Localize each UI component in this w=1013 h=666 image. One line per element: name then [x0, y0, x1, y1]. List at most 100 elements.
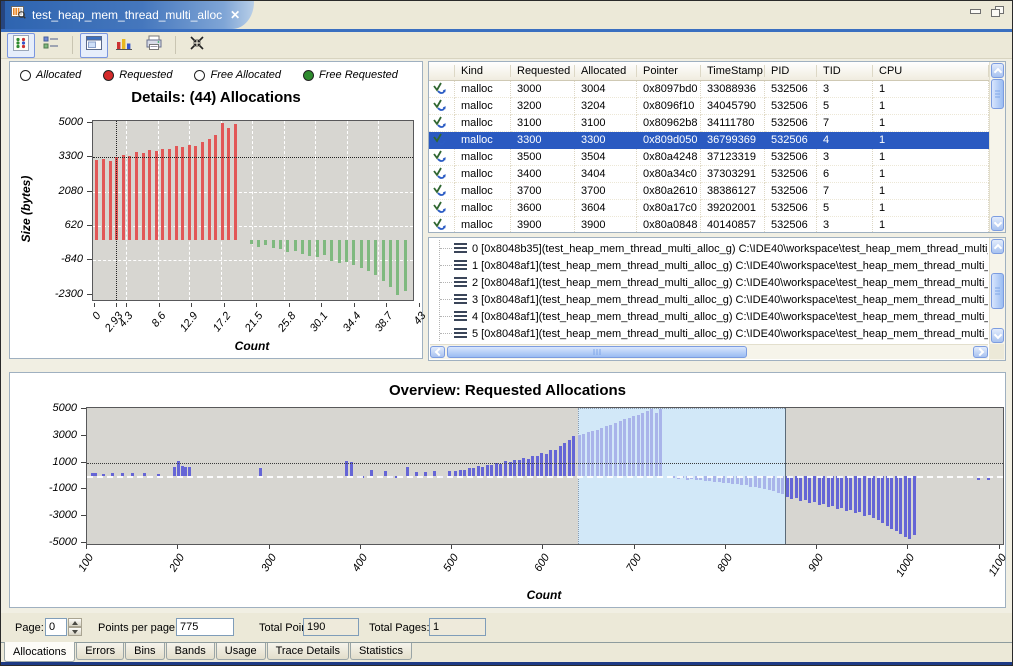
table-row[interactable]: malloc320032040x8096f103404579053250651 — [429, 98, 989, 115]
scroll-right-icon[interactable] — [973, 346, 988, 358]
cell-pid: 532506 — [765, 166, 817, 183]
cell-pid: 532506 — [765, 200, 817, 217]
stack-trace-item[interactable]: 3 [0x8048af1](test_heap_mem_thread_multi… — [430, 291, 988, 308]
column-header-tid[interactable]: TID — [817, 62, 873, 80]
legend-item-allocated[interactable]: Allocated — [20, 69, 81, 81]
scroll-left-icon[interactable] — [430, 346, 445, 358]
allocation-list-button[interactable] — [37, 33, 65, 58]
data-bar — [545, 454, 548, 476]
cell-requested: 3200 — [511, 98, 575, 115]
stack-trace-item[interactable]: 4 [0x8048af1](test_heap_mem_thread_multi… — [430, 308, 988, 325]
trace-vertical-scrollbar[interactable] — [989, 238, 1005, 360]
details-plot-area[interactable] — [92, 120, 414, 301]
print-button[interactable] — [140, 33, 168, 58]
table-vertical-scrollbar[interactable] — [989, 62, 1005, 232]
close-icon[interactable]: ✕ — [230, 9, 240, 21]
tab-allocations[interactable]: Allocations — [4, 642, 75, 662]
legend-item-free-requested[interactable]: Free Requested — [303, 69, 398, 81]
y-tick-label: -5000 — [49, 536, 77, 548]
scrollbar-thumb[interactable] — [447, 346, 747, 358]
tab-title: test_heap_mem_thread_multi_alloc — [32, 8, 222, 22]
total-points-value — [303, 618, 359, 636]
overview-y-axis: 500030001000-1000-3000-5000 — [28, 407, 86, 543]
spinner-down-icon[interactable] — [68, 627, 82, 636]
overview-chart-panel: Overview: Requested Allocations 50003000… — [9, 372, 1006, 608]
scroll-up-icon[interactable] — [991, 63, 1004, 78]
data-bar — [881, 476, 884, 523]
data-bar — [650, 409, 653, 476]
data-bar — [95, 160, 98, 241]
tab-errors[interactable]: Errors — [76, 643, 124, 660]
column-header-allocated[interactable]: Allocated — [575, 62, 637, 80]
stack-trace-item[interactable]: 1 [0x8048af1](test_heap_mem_thread_multi… — [430, 257, 988, 274]
tab-statistics[interactable]: Statistics — [350, 643, 412, 660]
table-row[interactable]: malloc390039000x80a08484014085753250631 — [429, 217, 989, 232]
chart-bars-button[interactable] — [110, 33, 138, 58]
legend-item-free-allocated[interactable]: Free Allocated — [194, 69, 281, 81]
window-layout-button[interactable] — [80, 33, 108, 58]
data-bar — [345, 240, 348, 261]
tab-usage[interactable]: Usage — [216, 643, 266, 660]
editor-tab[interactable]: test_heap_mem_thread_multi_alloc ✕ — [5, 1, 254, 29]
trace-horizontal-scrollbar[interactable] — [430, 344, 988, 359]
table-row[interactable]: malloc330033000x809d0503679936953250641 — [429, 132, 989, 149]
points-per-page-input[interactable] — [176, 618, 234, 636]
data-bar — [854, 476, 857, 513]
column-header-kind[interactable]: Kind — [455, 62, 511, 80]
column-header-cpu[interactable]: CPU — [873, 62, 989, 80]
y-tick-label: 620 — [65, 219, 83, 231]
data-bar — [777, 476, 780, 493]
data-bar — [899, 476, 902, 534]
column-header-icon[interactable] — [429, 62, 455, 80]
table-row[interactable]: malloc300030040x8097bd03308893653250631 — [429, 81, 989, 98]
cell-pointer: 0x8096f10 — [637, 98, 701, 115]
table-row[interactable]: malloc370037000x80a26103838612753250671 — [429, 183, 989, 200]
data-bar — [913, 476, 916, 535]
cell-timestamp: 36799369 — [701, 132, 765, 149]
data-bar — [504, 461, 507, 476]
column-header-requested[interactable]: Requested — [511, 62, 575, 80]
stack-trace-item[interactable]: 5 [0x8048af1](test_heap_mem_thread_multi… — [430, 325, 988, 341]
scroll-up-icon[interactable] — [991, 239, 1004, 254]
table-row[interactable]: malloc310031000x80962b83411178053250671 — [429, 115, 989, 132]
overview-plot-area[interactable] — [86, 407, 1004, 545]
allocation-grid-button[interactable] — [7, 33, 35, 58]
x-tick-label: 25.8 — [275, 310, 298, 334]
tab-bins[interactable]: Bins — [125, 643, 164, 660]
y-tick-label: 3300 — [59, 150, 83, 162]
table-row[interactable]: malloc360036040x80a17c03920200153250651 — [429, 200, 989, 217]
page-input[interactable] — [45, 618, 67, 636]
data-bar — [345, 461, 348, 476]
table-row[interactable]: malloc340034040x80a34c03730329153250661 — [429, 166, 989, 183]
tab-bands[interactable]: Bands — [166, 643, 215, 660]
column-header-timestamp[interactable]: TimeStamp — [701, 62, 765, 80]
scrollbar-thumb[interactable] — [991, 79, 1004, 109]
scroll-down-icon[interactable] — [991, 328, 1004, 343]
column-header-pointer[interactable]: Pointer — [637, 62, 701, 80]
scrollbar-thumb[interactable] — [991, 273, 1004, 309]
spinner-up-icon[interactable] — [68, 618, 82, 627]
data-bar — [259, 468, 262, 476]
restore-icon[interactable] — [991, 6, 1004, 17]
data-bar — [181, 466, 184, 476]
alloc-check-icon — [429, 115, 455, 132]
x-tick — [191, 303, 192, 307]
stack-trace-item[interactable]: 0 [0x8048b35](test_heap_mem_thread_multi… — [430, 240, 988, 257]
fit-to-window-button[interactable] — [183, 33, 211, 58]
gridline — [284, 121, 285, 300]
scrollbar-corner — [989, 344, 1004, 359]
x-tick-label: 700 — [624, 552, 644, 574]
data-bar — [161, 149, 164, 241]
table-row[interactable]: malloc350035040x80a42483712331953250631 — [429, 149, 989, 166]
x-tick — [419, 303, 420, 307]
data-bar — [490, 465, 493, 476]
stack-trace-item[interactable]: 2 [0x8048af1](test_heap_mem_thread_multi… — [430, 274, 988, 291]
scroll-down-icon[interactable] — [991, 216, 1004, 231]
column-header-pid[interactable]: PID — [765, 62, 817, 80]
reference-line-1000 — [87, 463, 1003, 464]
tab-trace-details[interactable]: Trace Details — [267, 643, 349, 660]
minimize-icon[interactable] — [969, 6, 982, 17]
gridline — [378, 121, 379, 300]
data-bar — [155, 151, 158, 240]
legend-item-requested[interactable]: Requested — [103, 69, 172, 81]
